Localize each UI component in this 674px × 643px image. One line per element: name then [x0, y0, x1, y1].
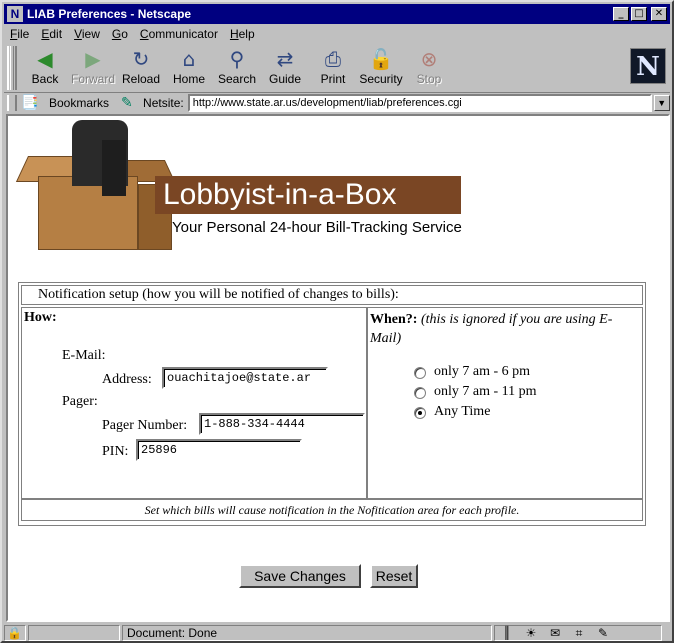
when-section: When?: (this is ignored if you are using…: [367, 307, 643, 499]
minimize-button[interactable]: _: [613, 7, 629, 21]
lock-icon: 🔓: [368, 47, 394, 71]
close-button[interactable]: ✕: [651, 7, 667, 21]
businessman-leg: [102, 140, 126, 196]
browser-window: N LIAB Preferences - Netscape _ □ ✕ File…: [0, 0, 674, 643]
url-input[interactable]: http://www.state.ar.us/development/liab/…: [187, 93, 652, 112]
security-button[interactable]: 🔓 Security: [357, 46, 405, 90]
progress-meter: [28, 625, 120, 641]
time-option-radio[interactable]: [414, 367, 426, 379]
pager-number-label: Pager Number:: [102, 418, 188, 433]
bookmarks-icon[interactable]: 📑: [21, 94, 49, 111]
navigator-icon[interactable]: ☀: [519, 626, 543, 640]
back-arrow-icon: ◀: [37, 47, 53, 71]
status-bar: 🔒 Document: Done ║ ☀ ✉ ⌗ ✎: [4, 624, 670, 642]
pin-input[interactable]: 25896: [136, 439, 302, 461]
print-button[interactable]: ⎙ Print: [309, 46, 357, 90]
home-icon: ⌂: [182, 47, 196, 71]
newsgroups-icon[interactable]: ⌗: [567, 626, 591, 640]
page-content: Lobbyist-in-a-Box Your Personal 24-hour …: [6, 114, 670, 622]
forward-button: ▶ Forward: [69, 46, 117, 90]
location-toolbar: 📑 Bookmarks ✎ Netsite: http://www.state.…: [4, 92, 670, 112]
stop-button: ⊗ Stop: [405, 46, 453, 90]
reload-button[interactable]: ↻ Reload: [117, 46, 165, 90]
maximize-button[interactable]: □: [631, 7, 647, 21]
banner-tagline: Your Personal 24-hour Bill-Tracking Serv…: [172, 219, 462, 236]
location-grip[interactable]: [7, 94, 17, 111]
window-title: LIAB Preferences - Netscape: [27, 7, 192, 21]
menu-bar: File Edit View Go Communicator Help: [4, 24, 670, 44]
home-button[interactable]: ⌂ Home: [165, 46, 213, 90]
netscape-app-icon[interactable]: N: [7, 6, 23, 22]
menu-go[interactable]: Go: [112, 27, 128, 41]
how-label: How:: [24, 310, 57, 325]
forward-arrow-icon: ▶: [85, 47, 101, 71]
menu-file[interactable]: File: [10, 27, 29, 41]
time-option-label[interactable]: only 7 am - 11 pm: [434, 384, 537, 400]
netsite-label: Netsite:: [143, 95, 184, 110]
home-label: Home: [172, 72, 205, 86]
lobbyist-in-a-box-logo: Lobbyist-in-a-Box Your Personal 24-hour …: [15, 120, 470, 258]
search-label: Search: [217, 72, 257, 86]
print-icon: ⎙: [325, 47, 341, 71]
address-label: Address:: [102, 372, 152, 387]
notification-section-header: Notification setup (how you will be noti…: [21, 285, 643, 305]
status-text: Document: Done: [122, 625, 492, 641]
menu-communicator[interactable]: Communicator: [140, 27, 218, 41]
time-option-radio[interactable]: [414, 407, 426, 419]
search-button[interactable]: ⚲ Search: [213, 46, 261, 90]
security-status-icon[interactable]: 🔒: [4, 625, 26, 641]
time-option-label[interactable]: only 7 am - 6 pm: [434, 364, 530, 380]
bookmarks-button[interactable]: Bookmarks: [49, 96, 109, 110]
pager-number-input[interactable]: 1-888-334-4444: [199, 413, 365, 435]
component-bar-grip-icon[interactable]: ║: [495, 626, 519, 640]
pin-label: PIN:: [102, 444, 129, 459]
page-proxy-icon[interactable]: ✎: [121, 94, 143, 111]
forward-label: Forward: [70, 72, 115, 86]
time-option-radio[interactable]: [414, 387, 426, 399]
notification-form-table: Notification setup (how you will be noti…: [18, 282, 646, 526]
reload-label: Reload: [121, 72, 161, 86]
email-address-input[interactable]: ouachitajoe@state.ar: [162, 367, 328, 389]
back-label: Back: [31, 72, 59, 86]
back-button[interactable]: ◀ Back: [21, 46, 69, 90]
email-label: E-Mail:: [62, 348, 106, 363]
save-changes-button[interactable]: Save Changes: [239, 564, 361, 588]
security-label: Security: [359, 72, 403, 86]
profile-footnote: Set which bills will cause notification …: [21, 499, 643, 521]
when-label: When?:: [370, 312, 418, 327]
pager-label: Pager:: [62, 394, 98, 409]
when-heading: When?: (this is ignored if you are using…: [370, 310, 638, 348]
how-section: How: E-Mail: Address: ouachitajoe@state.…: [21, 307, 367, 499]
navigation-toolbar: ◀ Back ▶ Forward ↻ Reload ⌂ Home ⚲ Search ⇄ Guide ⎙ P…: [4, 44, 670, 92]
guide-icon: ⇄: [276, 47, 294, 71]
stop-icon: ⊗: [420, 47, 438, 71]
menu-help[interactable]: Help: [230, 27, 255, 41]
title-bar: N LIAB Preferences - Netscape _ □ ✕: [4, 4, 670, 24]
reload-icon: ↻: [132, 47, 150, 71]
guide-button[interactable]: ⇄ Guide: [261, 46, 309, 90]
reset-button[interactable]: Reset: [370, 564, 418, 588]
banner-title: Lobbyist-in-a-Box: [155, 176, 461, 214]
url-dropdown-button[interactable]: ▼: [653, 94, 670, 111]
mail-icon[interactable]: ✉: [543, 626, 567, 640]
menu-view[interactable]: View: [74, 27, 100, 41]
guide-label: Guide: [268, 72, 302, 86]
toolbar-buttons: ◀ Back ▶ Forward ↻ Reload ⌂ Home ⚲ Search ⇄ Guide ⎙ P…: [21, 44, 453, 90]
toolbar-grip[interactable]: [7, 46, 17, 90]
print-label: Print: [320, 72, 346, 86]
netscape-logo[interactable]: N: [630, 48, 666, 84]
composer-icon[interactable]: ✎: [591, 626, 615, 640]
search-icon: ⚲: [229, 47, 245, 71]
stop-label: Stop: [416, 72, 442, 86]
component-bar: ║ ☀ ✉ ⌗ ✎: [494, 625, 662, 641]
menu-edit[interactable]: Edit: [41, 27, 62, 41]
time-option-label[interactable]: Any Time: [434, 404, 490, 420]
